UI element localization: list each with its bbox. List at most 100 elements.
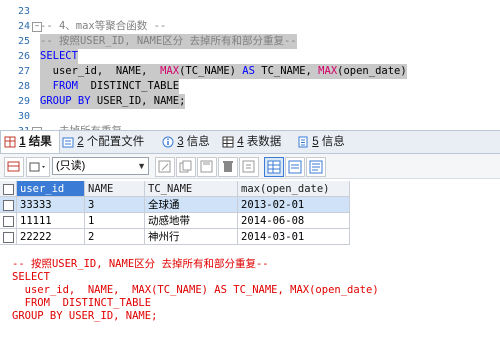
tab-info[interactable]: 3 信息 xyxy=(162,131,210,153)
line-gutter: 23242526272829303132 xyxy=(0,0,34,152)
edit-button[interactable] xyxy=(155,157,175,177)
tab-info-2[interactable]: 5 信息 xyxy=(297,131,345,153)
code-line: FROM DISTINCT_TABLE xyxy=(40,79,180,94)
table-icon xyxy=(222,136,234,148)
code-token: (TC_NAME) xyxy=(179,65,243,77)
chevron-down-icon: ▼ xyxy=(137,161,146,171)
row-select-cell xyxy=(0,197,17,213)
tab-label: 信息 xyxy=(318,136,345,148)
row-checkbox[interactable] xyxy=(3,232,14,243)
code-token: SELECT xyxy=(40,50,78,62)
info-doc-icon xyxy=(298,136,308,148)
line-number: 24 xyxy=(17,21,30,32)
code-line: -- 4、max等聚合函数 -- xyxy=(40,19,166,34)
table-cell[interactable]: 3 xyxy=(85,197,145,213)
code-token: GROUP BY xyxy=(40,95,91,107)
row-checkbox[interactable] xyxy=(3,200,14,211)
column-header[interactable]: user_id xyxy=(17,181,85,197)
table-cell[interactable]: 2 xyxy=(85,229,145,245)
row-menu-button[interactable] xyxy=(26,157,50,177)
table-cell[interactable]: 动感地带 xyxy=(145,213,238,229)
row-select-cell xyxy=(0,229,17,245)
grid-mode-icon xyxy=(267,160,281,174)
table-cell[interactable]: 2014-03-01 xyxy=(238,229,350,245)
result-tabbar: 1 结果 2 个配置文件 3 信息 4 表数据 5 信息 xyxy=(0,130,500,154)
tab-label: 结果 xyxy=(25,136,52,148)
grid-view-button[interactable] xyxy=(4,157,24,177)
form-mode-icon xyxy=(288,160,302,174)
table-cell[interactable]: 33333 xyxy=(17,197,85,213)
grid-icon xyxy=(4,136,16,148)
code-line: SELECT xyxy=(40,49,78,64)
trash-icon xyxy=(223,161,233,172)
row-select-cell xyxy=(0,213,17,229)
info-icon xyxy=(162,136,174,148)
select-all-cell xyxy=(0,181,17,197)
code-token: TC_NAME, xyxy=(254,65,319,77)
text-mode-button[interactable] xyxy=(306,157,326,177)
code-line: GROUP BY USER_ID, NAME; xyxy=(40,94,186,109)
tab-label: 信息 xyxy=(183,136,210,148)
export-icon xyxy=(242,160,255,173)
table-cell[interactable]: 1 xyxy=(85,213,145,229)
sql-annotation-line: GROUP BY USER_ID, NAME; xyxy=(12,310,158,322)
result-toolbar: (只读) ▼ xyxy=(0,154,500,179)
table-cell[interactable]: 2014-06-08 xyxy=(238,213,350,229)
table-cell[interactable]: 神州行 xyxy=(145,229,238,245)
table-cell[interactable]: 2013-02-01 xyxy=(238,197,350,213)
table-cell[interactable]: 22222 xyxy=(17,229,85,245)
save-button[interactable] xyxy=(197,157,217,177)
readonly-select[interactable]: (只读) ▼ xyxy=(52,157,149,175)
code-line: user_id, NAME, MAX(TC_NAME) AS TC_NAME, … xyxy=(40,64,407,79)
line-number: 27 xyxy=(17,66,30,77)
grid-icon xyxy=(7,161,20,172)
table-cell[interactable]: 11111 xyxy=(17,213,85,229)
tab-label: 表数据 xyxy=(243,136,282,148)
code-token: AS xyxy=(242,65,255,77)
profile-icon xyxy=(62,137,74,148)
row-checkbox[interactable] xyxy=(3,216,14,227)
code-token: DISTINCT_TABLE xyxy=(77,80,180,92)
grid-mode-button[interactable] xyxy=(264,157,284,177)
line-number: 23 xyxy=(17,6,30,17)
fold-toggle-icon[interactable]: − xyxy=(32,22,42,32)
edit-icon xyxy=(158,160,171,173)
code-token: (open_date) xyxy=(337,65,407,77)
table-cell[interactable]: 全球通 xyxy=(145,197,238,213)
code-token: -- 按照USER_ID, NAME区分 去掉所有和部分重复-- xyxy=(40,35,297,47)
delete-button[interactable] xyxy=(218,157,238,177)
code-token: user_id, NAME, xyxy=(40,65,161,77)
save-icon xyxy=(200,160,213,173)
copy-icon xyxy=(179,160,192,173)
column-header[interactable]: NAME xyxy=(85,181,145,197)
tab-label: 个配置文件 xyxy=(83,136,145,148)
copy-button[interactable] xyxy=(176,157,196,177)
chevron-down-icon xyxy=(29,162,45,172)
line-number: 26 xyxy=(17,51,30,62)
tab-table-data[interactable]: 4 表数据 xyxy=(222,131,281,153)
tab-results[interactable]: 1 结果 xyxy=(0,131,60,153)
code-token: FROM xyxy=(52,80,78,92)
text-mode-icon xyxy=(309,160,323,174)
code-token: USER_ID, NAME; xyxy=(90,95,186,107)
line-number: 30 xyxy=(17,111,30,122)
sql-annotation-line: FROM DISTINCT_TABLE xyxy=(12,297,152,309)
tab-profiles[interactable]: 2 个配置文件 xyxy=(62,131,144,153)
sql-annotation-line: -- 按照USER_ID, NAME区分 去掉所有和部分重复-- xyxy=(12,258,269,270)
export-button[interactable] xyxy=(239,157,259,177)
column-header[interactable]: TC_NAME xyxy=(145,181,238,197)
sql-annotation-line: user_id, NAME, MAX(TC_NAME) AS TC_NAME, … xyxy=(12,284,379,296)
line-number: 29 xyxy=(17,96,30,107)
select-all-checkbox[interactable] xyxy=(3,184,14,195)
code-token: -- 4、max等聚合函数 -- xyxy=(40,20,167,32)
sql-editor[interactable]: 23242526272829303132 -- 4、max等聚合函数 ---- … xyxy=(0,0,500,152)
code-token: MAX xyxy=(160,65,180,77)
line-number: 28 xyxy=(17,81,30,92)
line-number: 25 xyxy=(17,36,30,47)
code-line: -- 按照USER_ID, NAME区分 去掉所有和部分重复-- xyxy=(40,34,297,49)
sql-annotation-line: SELECT xyxy=(12,271,50,283)
column-header[interactable]: max(open_date) xyxy=(238,181,350,197)
code-token: MAX xyxy=(318,65,338,77)
form-mode-button[interactable] xyxy=(285,157,305,177)
